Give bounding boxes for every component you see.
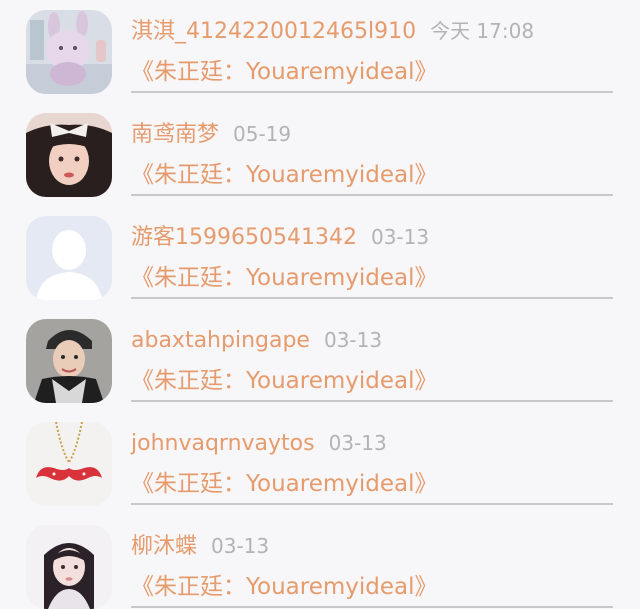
list-item[interactable]: 南鸢南梦 05-19 《朱正廷：Youaremyideal》 (0, 103, 640, 206)
list-item[interactable]: 柳沐蝶 03-13 《朱正廷：Youaremyideal》 (0, 515, 640, 609)
list-item[interactable]: abaxtahpingape 03-13 《朱正廷：Youaremyideal》 (0, 309, 640, 412)
avatar[interactable] (26, 216, 112, 300)
song-link[interactable]: 《朱正廷：Youaremyideal》 (131, 469, 437, 499)
avatar[interactable] (26, 113, 112, 197)
username[interactable]: 淇淇_4124220012465l910 (131, 19, 416, 44)
song-link[interactable]: 《朱正廷：Youaremyideal》 (131, 572, 437, 602)
timestamp: 03-13 (370, 225, 430, 249)
list-item[interactable]: 淇淇_4124220012465l910 今天 17:08 《朱正廷：Youare… (0, 0, 640, 103)
avatar[interactable] (26, 525, 112, 609)
list-item[interactable]: 游客1599650541342 03-13 《朱正廷：Youaremyideal》 (0, 206, 640, 309)
timestamp: 03-13 (211, 534, 270, 558)
girl-with-bow-photo-icon (26, 113, 112, 197)
avatar[interactable] (26, 422, 112, 506)
song-link[interactable]: 《朱正廷：Youaremyideal》 (131, 57, 437, 87)
divider (131, 503, 613, 505)
divider (131, 194, 613, 196)
comment-header: 柳沐蝶 03-13 (131, 531, 269, 562)
username[interactable]: 游客1599650541342 (131, 225, 357, 250)
comment-header: 游客1599650541342 03-13 (131, 222, 429, 253)
song-link[interactable]: 《朱正廷：Youaremyideal》 (131, 263, 437, 293)
list-item[interactable]: johnvaqrnvaytos 03-13 《朱正廷：Youaremyideal》 (0, 412, 640, 515)
username[interactable]: abaxtahpingape (131, 328, 310, 353)
avatar[interactable] (26, 319, 112, 403)
song-link[interactable]: 《朱正廷：Youaremyideal》 (131, 366, 437, 396)
username[interactable]: 柳沐蝶 (131, 534, 197, 559)
avatar[interactable] (26, 10, 112, 94)
mustache-necklace-photo-icon (26, 422, 112, 506)
divider (131, 91, 613, 93)
divider (131, 297, 613, 299)
username[interactable]: johnvaqrnvaytos (131, 431, 315, 456)
divider (131, 400, 613, 402)
comment-header: 南鸢南梦 05-19 (131, 119, 291, 150)
comment-header: 淇淇_4124220012465l910 今天 17:08 (131, 16, 534, 47)
username[interactable]: 南鸢南梦 (131, 122, 219, 147)
divider (131, 606, 613, 608)
timestamp: 今天 17:08 (430, 19, 535, 43)
timestamp: 03-13 (328, 431, 387, 455)
comment-header: abaxtahpingape 03-13 (131, 325, 382, 356)
timestamp: 05-19 (233, 122, 292, 146)
plush-toy-photo-icon (26, 10, 112, 94)
timestamp: 03-13 (323, 328, 383, 352)
default-user-silhouette-icon (26, 216, 112, 300)
man-with-cap-photo-icon (26, 319, 112, 403)
comment-list: 淇淇_4124220012465l910 今天 17:08 《朱正廷：Youare… (0, 0, 640, 609)
song-link[interactable]: 《朱正廷：Youaremyideal》 (131, 160, 437, 190)
comment-header: johnvaqrnvaytos 03-13 (131, 428, 387, 459)
girl-portrait-photo-icon (26, 525, 112, 609)
